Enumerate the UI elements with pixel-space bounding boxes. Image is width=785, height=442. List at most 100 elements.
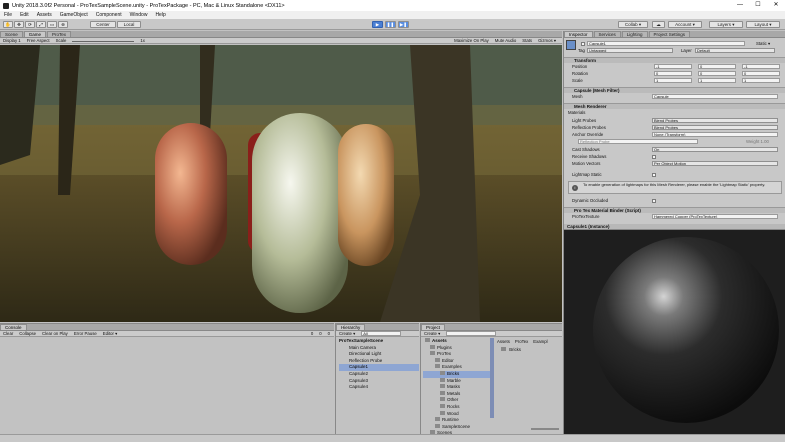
- project-folder-item[interactable]: Bricks: [501, 347, 521, 352]
- project-tree-item[interactable]: Examples: [423, 364, 491, 371]
- hierarchy-item[interactable]: Main Camera: [339, 345, 419, 352]
- cloud-icon[interactable]: ☁: [652, 21, 665, 28]
- project-tree-item[interactable]: Other: [423, 397, 491, 404]
- project-tree-item[interactable]: Metals: [423, 390, 491, 398]
- preview-render[interactable]: [564, 230, 785, 434]
- protex-texture-field[interactable]: Hammered Copper (ProTexTexture): [652, 214, 778, 219]
- tab-lighting[interactable]: Lighting: [621, 31, 648, 37]
- capsule-wood[interactable]: [338, 124, 394, 266]
- tag-dropdown[interactable]: Untagged: [587, 48, 673, 53]
- position-x[interactable]: -1: [654, 64, 692, 69]
- stats-toggle[interactable]: Stats: [522, 38, 532, 43]
- tab-project-settings[interactable]: Project Settings: [648, 31, 691, 37]
- warning-count[interactable]: 0: [319, 331, 321, 336]
- transform-tool-icon[interactable]: ⊕: [58, 21, 68, 28]
- project-tree-item[interactable]: Runtime: [423, 417, 491, 424]
- account-dropdown[interactable]: Account ▾: [668, 21, 702, 28]
- hierarchy-search-input[interactable]: All: [361, 331, 402, 336]
- project-tree-item[interactable]: SampleScene: [423, 423, 491, 431]
- display-dropdown[interactable]: Display 1: [3, 38, 21, 43]
- menu-assets[interactable]: Assets: [33, 11, 56, 19]
- error-count[interactable]: 0: [328, 331, 334, 336]
- static-dropdown[interactable]: Static ▾: [756, 41, 770, 47]
- menu-component[interactable]: Component: [92, 11, 126, 19]
- receive-shadows-checkbox[interactable]: [652, 155, 656, 159]
- project-tree-item[interactable]: Marble: [423, 377, 491, 385]
- pause-button[interactable]: ❚❚: [385, 21, 396, 28]
- move-tool-icon[interactable]: ✥: [14, 21, 24, 28]
- layer-dropdown[interactable]: Default: [695, 48, 775, 53]
- capsule-copper[interactable]: [155, 123, 227, 265]
- mute-audio-toggle[interactable]: Mute Audio: [495, 38, 517, 43]
- game-viewport[interactable]: [0, 45, 562, 322]
- rotate-tool-icon[interactable]: ⟳: [25, 21, 35, 28]
- close-button[interactable]: ✕: [767, 0, 785, 11]
- project-tree-item[interactable]: Plugins: [423, 344, 491, 352]
- breadcrumb-protex[interactable]: ProTex: [515, 339, 528, 344]
- collapse-button[interactable]: Collapse: [19, 331, 36, 336]
- play-button[interactable]: ▶: [372, 21, 383, 28]
- breadcrumb-examples[interactable]: Exampl: [533, 339, 547, 344]
- project-tree-item[interactable]: Wood: [423, 410, 491, 418]
- tab-inspector[interactable]: Inspector: [564, 31, 593, 37]
- motion-vectors-dropdown[interactable]: Per Object Motion: [652, 161, 778, 166]
- project-tree-item[interactable]: Editor: [423, 357, 491, 365]
- layout-dropdown[interactable]: Layout ▾: [746, 21, 780, 28]
- position-z[interactable]: -1: [742, 64, 780, 69]
- project-tree-item[interactable]: Assets: [423, 338, 491, 345]
- editor-dropdown[interactable]: Editor ▾: [103, 331, 118, 336]
- position-y[interactable]: 0: [698, 64, 736, 69]
- tab-project[interactable]: Project: [421, 324, 446, 330]
- minimize-button[interactable]: —: [731, 0, 749, 11]
- hierarchy-create-button[interactable]: Create ▾: [339, 331, 355, 336]
- materials-foldout[interactable]: Materials: [568, 110, 585, 115]
- hierarchy-item[interactable]: Capsule4: [339, 384, 419, 391]
- scale-x[interactable]: 1: [654, 78, 692, 83]
- cast-shadows-dropdown[interactable]: On: [652, 147, 778, 152]
- scale-slider[interactable]: [72, 41, 135, 42]
- pivot-center-toggle[interactable]: Center: [90, 21, 116, 28]
- anchor-override-field[interactable]: None (Transform): [652, 132, 778, 137]
- object-name-field[interactable]: Capsule1: [587, 41, 745, 46]
- collab-button[interactable]: Collab ▾: [618, 21, 648, 28]
- mesh-field[interactable]: Capsule: [652, 94, 778, 99]
- light-probes-dropdown[interactable]: Blend Probes: [652, 118, 778, 123]
- scale-tool-icon[interactable]: ⤢: [36, 21, 46, 28]
- menu-file[interactable]: File: [0, 11, 16, 19]
- scale-z[interactable]: 1: [742, 78, 780, 83]
- tab-scene[interactable]: Scene: [0, 31, 23, 37]
- rotation-x[interactable]: 0: [654, 71, 692, 76]
- hand-tool-icon[interactable]: ✋: [3, 21, 13, 28]
- breadcrumb-assets[interactable]: Assets: [497, 339, 510, 344]
- menu-help[interactable]: Help: [151, 11, 169, 19]
- info-count[interactable]: 0: [311, 331, 313, 336]
- scene-root-item[interactable]: ProTexSampleScene: [339, 338, 419, 345]
- project-tree-item[interactable]: Bricks: [423, 370, 491, 378]
- maximize-button[interactable]: ☐: [749, 0, 767, 11]
- aspect-dropdown[interactable]: Free Aspect: [27, 38, 50, 43]
- menu-edit[interactable]: Edit: [16, 11, 33, 19]
- capsule-marble[interactable]: [252, 113, 348, 313]
- scale-y[interactable]: 1: [698, 78, 736, 83]
- dynamic-occluded-checkbox[interactable]: [652, 199, 656, 203]
- rotation-z[interactable]: 0: [742, 71, 780, 76]
- icon-size-slider[interactable]: [531, 428, 559, 430]
- tab-hierarchy[interactable]: Hierarchy: [336, 324, 366, 330]
- layers-dropdown[interactable]: Layers ▾: [709, 21, 743, 28]
- hierarchy-item[interactable]: Directional Light: [339, 351, 419, 358]
- tab-protex[interactable]: ProTex: [47, 31, 72, 37]
- project-tree-item[interactable]: Rocks: [423, 403, 491, 411]
- rotation-y[interactable]: 0: [698, 71, 736, 76]
- active-checkbox[interactable]: [581, 42, 585, 46]
- mesh-filter-header[interactable]: Capsule (Mesh Filter): [564, 87, 785, 93]
- gizmos-dropdown[interactable]: Gizmos ▾: [538, 38, 562, 43]
- error-pause-button[interactable]: Error Pause: [74, 331, 97, 336]
- maximize-on-play-toggle[interactable]: Maximize On Play: [454, 38, 489, 43]
- hierarchy-item[interactable]: Capsule1: [339, 364, 419, 371]
- tab-console[interactable]: Console: [0, 324, 27, 330]
- project-tree-scrollbar[interactable]: [490, 338, 494, 418]
- protex-binder-header[interactable]: Pro Tex Material Binder (Script): [564, 207, 785, 213]
- lightmap-static-checkbox[interactable]: [652, 173, 656, 177]
- project-tree-item[interactable]: ProTex: [423, 351, 491, 358]
- mesh-renderer-header[interactable]: Mesh Renderer: [564, 103, 785, 109]
